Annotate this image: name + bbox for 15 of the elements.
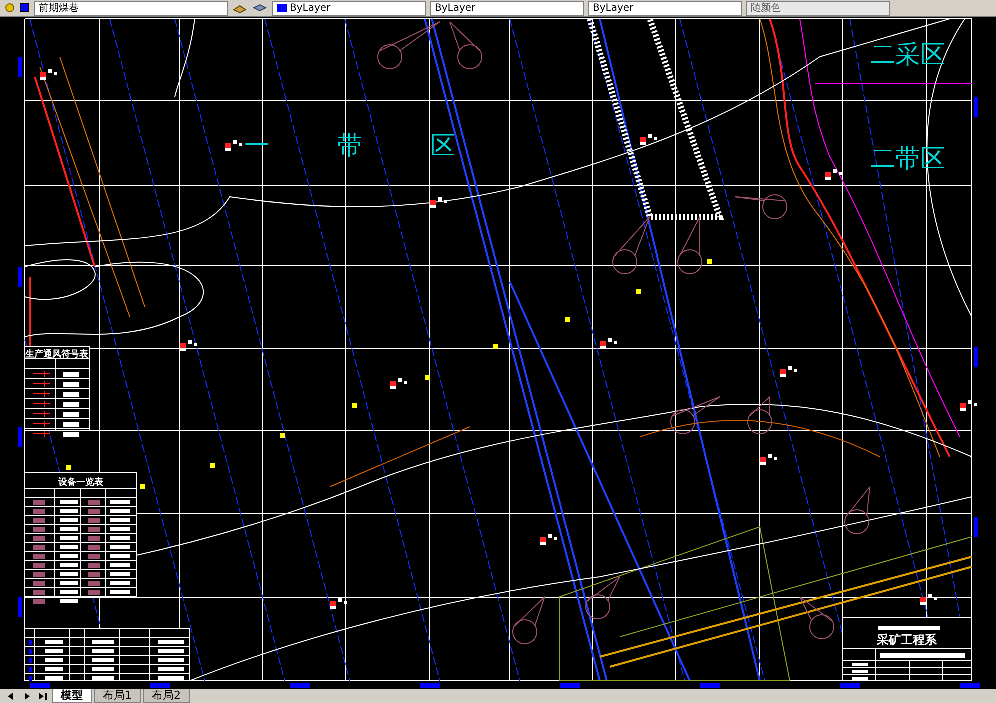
table-title: 生产通风符号表 xyxy=(26,350,88,360)
layer-dropdown[interactable]: 前期煤巷 xyxy=(34,0,228,16)
color-dropdown[interactable]: ByLayer xyxy=(272,0,426,16)
layout-tab[interactable]: 布局1 xyxy=(94,689,141,703)
last-tab-icon[interactable] xyxy=(36,690,50,703)
layout-tab[interactable]: 布局2 xyxy=(143,689,190,703)
table-title: 设备一览表 xyxy=(58,478,104,488)
linetype-dropdown[interactable]: ByLayer xyxy=(430,0,584,16)
layout-tab[interactable]: 模型 xyxy=(52,689,92,703)
lineweight-dropdown[interactable]: ByLayer xyxy=(588,0,742,16)
color-swatch-icon xyxy=(20,3,30,13)
plot-style-dropdown[interactable]: 随颜色 xyxy=(746,0,890,16)
department-title: 采矿工程系 xyxy=(877,633,937,647)
zone-label: 区 xyxy=(430,131,456,160)
layer-state-icon[interactable] xyxy=(4,2,16,14)
